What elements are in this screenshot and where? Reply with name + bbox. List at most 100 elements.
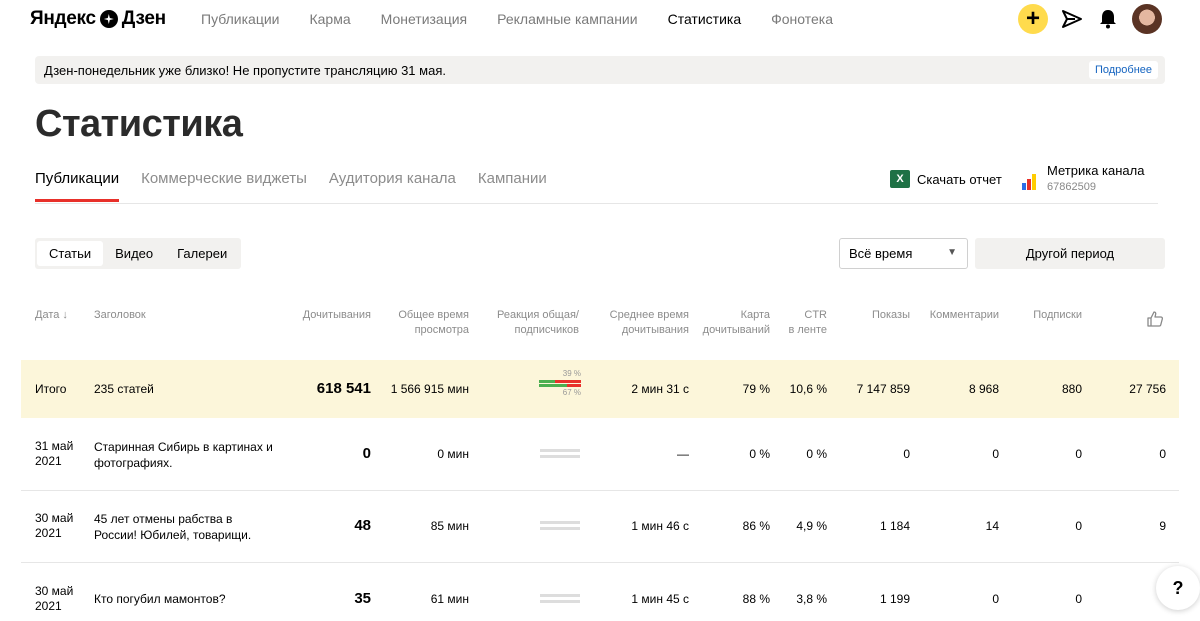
- row3-ctr: 3,8 %: [796, 592, 827, 606]
- col-subscriptions[interactable]: Подписки: [1010, 308, 1082, 323]
- tab-publications[interactable]: Публикации: [35, 170, 120, 202]
- banner-more-button[interactable]: Подробнее: [1088, 61, 1158, 79]
- col-reads[interactable]: Дочитывания: [270, 308, 371, 323]
- total-reaction-bar-all: [539, 380, 581, 383]
- col-read-map-line2: дочитываний: [702, 324, 770, 336]
- total-reaction-top-pct: 39 %: [562, 369, 581, 378]
- row3-shows: 1 199: [879, 592, 910, 606]
- tab-channel-audience[interactable]: Аудитория канала: [329, 170, 456, 202]
- nav-publications[interactable]: Публикации: [201, 11, 279, 27]
- row2-date-year: 2021: [35, 526, 62, 540]
- content-type-switch: Статьи Видео Галереи: [35, 238, 242, 269]
- content-type-galleries[interactable]: Галереи: [165, 241, 239, 266]
- nav-karma[interactable]: Карма: [309, 11, 350, 27]
- nav-ad-campaigns[interactable]: Рекламные кампании: [497, 11, 637, 27]
- download-report-label: Скачать отчет: [917, 171, 1002, 187]
- row2-read-map: 86 %: [742, 519, 770, 533]
- row2-date-day: 30 май: [35, 511, 74, 525]
- help-button[interactable]: ?: [1156, 566, 1200, 610]
- tabs-divider: [35, 203, 1158, 204]
- zen-star-icon: [99, 10, 118, 28]
- create-plus-button[interactable]: +: [1018, 4, 1048, 34]
- row-divider: [21, 562, 1179, 563]
- row3-subscriptions: 0: [1075, 592, 1082, 606]
- col-likes-thumb-icon[interactable]: [1146, 310, 1164, 333]
- metrika-id: 67862509: [1047, 181, 1096, 193]
- row2-reads: 48: [354, 517, 371, 534]
- logo-text-yandex: Яндекс: [30, 8, 96, 29]
- col-ctr-line1: CTR: [804, 309, 827, 321]
- period-select[interactable]: Всё время ▼: [839, 238, 968, 269]
- content-type-videos[interactable]: Видео: [103, 241, 165, 266]
- row1-date-day: 31 май: [35, 439, 74, 453]
- tab-commercial-widgets[interactable]: Коммерческие виджеты: [141, 170, 307, 202]
- col-avg-time[interactable]: Среднее время дочитывания: [590, 308, 689, 338]
- row3-title[interactable]: Кто погубил мамонтов?: [94, 591, 274, 607]
- row3-reads: 35: [354, 590, 371, 607]
- channel-metrika-link[interactable]: Метрика канала 67862509: [1022, 163, 1144, 193]
- announcement-banner: Дзен-понедельник уже близко! Не пропусти…: [35, 56, 1165, 84]
- stats-tabs: Публикации Коммерческие виджеты Аудитори…: [35, 170, 569, 202]
- top-header: Яндекс Дзен Публикации Карма Монетизация…: [0, 0, 1200, 40]
- row1-read-map: 0 %: [749, 447, 770, 461]
- row1-ctr: 0 %: [806, 447, 827, 461]
- total-comments: 8 968: [968, 382, 999, 396]
- avatar[interactable]: [1132, 4, 1162, 34]
- row3-date: 30 май 2021: [35, 584, 75, 614]
- total-reads: 618 541: [316, 380, 371, 397]
- row1-title[interactable]: Старинная Сибирь в картинах и фотография…: [94, 439, 274, 471]
- col-read-map[interactable]: Карта дочитываний: [690, 308, 770, 338]
- total-likes: 27 756: [1129, 382, 1166, 396]
- row1-reaction-bars: [540, 449, 580, 461]
- col-avg-time-line1: Среднее время: [609, 309, 689, 321]
- row2-title[interactable]: 45 лет отмены рабства в России! Юбилей, …: [94, 511, 274, 543]
- total-time: 1 566 915 мин: [390, 382, 469, 396]
- col-shows[interactable]: Показы: [840, 308, 910, 323]
- col-read-map-line1: Карта: [740, 309, 770, 321]
- row2-comments: 14: [985, 519, 999, 533]
- row3-avg-time: 1 мин 45 с: [631, 592, 689, 606]
- row3-reaction-bars: [540, 594, 580, 606]
- row1-shows: 0: [903, 447, 910, 461]
- nav-sound-library[interactable]: Фонотека: [771, 11, 833, 27]
- row2-reaction-bars: [540, 521, 580, 533]
- nav-statistics[interactable]: Статистика: [668, 11, 742, 27]
- send-icon[interactable]: [1060, 7, 1084, 31]
- col-date[interactable]: Дата ↓: [35, 308, 68, 323]
- total-label: Итого: [35, 382, 67, 396]
- row1-reads: 0: [362, 445, 371, 462]
- col-ctr[interactable]: CTR в ленте: [770, 308, 827, 338]
- total-ctr: 10,6 %: [789, 382, 827, 396]
- total-subscriptions: 880: [1061, 382, 1082, 396]
- total-avg-time: 2 мин 31 с: [631, 382, 689, 396]
- logo-text-zen: Дзен: [121, 8, 166, 29]
- row2-avg-time: 1 мин 46 с: [631, 519, 689, 533]
- total-title: 235 статей: [94, 382, 154, 396]
- row3-date-day: 30 май: [35, 584, 74, 598]
- col-reaction[interactable]: Реакция общая/ подписчиков: [480, 308, 579, 338]
- other-period-button[interactable]: Другой период: [975, 238, 1165, 269]
- col-comments[interactable]: Комментарии: [920, 308, 999, 323]
- excel-icon: X: [890, 170, 910, 188]
- col-ctr-line2: в ленте: [788, 324, 827, 336]
- row1-subscriptions: 0: [1075, 447, 1082, 461]
- col-avg-time-line2: дочитывания: [621, 324, 689, 336]
- content-type-articles[interactable]: Статьи: [37, 241, 104, 266]
- tab-campaigns[interactable]: Кампании: [478, 170, 547, 202]
- main-nav: Публикации Карма Монетизация Рекламные к…: [201, 11, 863, 27]
- row3-comments: 0: [992, 592, 999, 606]
- metrika-title: Метрика канала: [1047, 163, 1145, 178]
- download-report-button[interactable]: X Скачать отчет: [890, 170, 1002, 188]
- col-total-time-line2: просмотра: [414, 324, 469, 336]
- nav-monetization[interactable]: Монетизация: [381, 11, 468, 27]
- yandex-zen-logo[interactable]: Яндекс Дзен: [30, 8, 166, 30]
- bell-icon[interactable]: [1096, 7, 1120, 31]
- row3-read-map: 88 %: [742, 592, 770, 606]
- row2-date: 30 май 2021: [35, 511, 75, 541]
- row3-date-year: 2021: [35, 599, 62, 613]
- row2-subscriptions: 0: [1075, 519, 1082, 533]
- col-total-time[interactable]: Общее время просмотра: [370, 308, 469, 338]
- total-shows: 7 147 859: [856, 382, 910, 396]
- row1-date: 31 май 2021: [35, 439, 75, 469]
- col-title: Заголовок: [94, 309, 146, 321]
